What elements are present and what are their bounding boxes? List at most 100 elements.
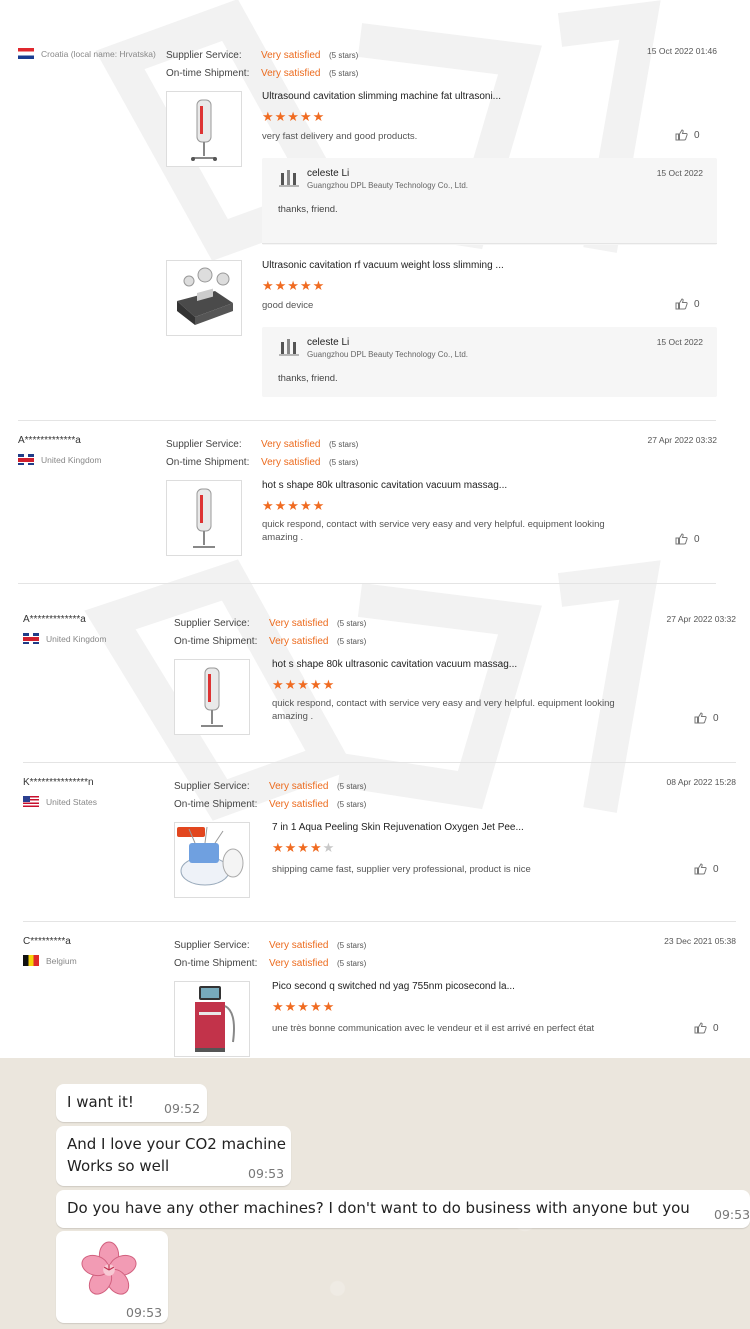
- review-text: very fast delivery and good products.: [262, 131, 418, 142]
- supplier-logo-icon: [279, 339, 299, 356]
- divider: [18, 583, 716, 584]
- reviewer-country: Croatia (local name: Hrvatska): [18, 48, 168, 59]
- chat-sticker-message[interactable]: 09:53: [56, 1231, 168, 1323]
- review-date: 23 Dec 2021 05:38: [664, 936, 736, 946]
- like-button[interactable]: 0: [675, 533, 700, 545]
- reviewer-name: K***************n: [23, 777, 94, 788]
- message-text: Works so well: [67, 1157, 170, 1175]
- review-date: 15 Oct 2022 01:46: [647, 46, 717, 56]
- like-button[interactable]: 0: [675, 298, 700, 310]
- reply-message: thanks, friend.: [278, 373, 338, 384]
- star-empty-icon: ★: [322, 840, 336, 855]
- review-text: quick respond, contact with service very…: [262, 519, 605, 543]
- ratings-summary: Supplier Service: Very satisfied (5 stars)…: [166, 49, 359, 79]
- reviewer-name: A*************a: [23, 614, 86, 625]
- star-rating: ★★★★★: [272, 677, 335, 693]
- product-thumbnail[interactable]: [174, 659, 250, 735]
- star-rating: ★★★★★: [272, 999, 335, 1015]
- product-title[interactable]: Pico second q switched nd yag 755nm pico…: [272, 981, 515, 992]
- us-flag-icon: [23, 796, 39, 807]
- ratings-summary: Supplier Service: Very satisfied (5 stars)…: [166, 438, 359, 468]
- cherry-blossom-sticker-icon: [81, 1241, 137, 1295]
- product-title[interactable]: hot s shape 80k ultrasonic cavitation va…: [262, 480, 507, 491]
- reply-author: celeste Li: [307, 168, 350, 179]
- message-text: I want it!: [67, 1093, 134, 1111]
- product-thumbnail[interactable]: [166, 480, 242, 556]
- star-rating: ★★★★★: [262, 498, 325, 514]
- supplier-reviews: Croatia (local name: Hrvatska) Supplier …: [0, 0, 750, 1058]
- review-card: C*********a Belgium Supplier Service: Ver…: [23, 936, 737, 1058]
- product-title[interactable]: Ultrasound cavitation slimming machine f…: [262, 91, 501, 102]
- product-title[interactable]: hot s shape 80k ultrasonic cavitation va…: [272, 659, 517, 670]
- review-text: une très bonne communication avec le ven…: [272, 1023, 595, 1034]
- chat-message[interactable]: Do you have any other machines? I don't …: [56, 1190, 750, 1228]
- review-text: good device: [262, 300, 314, 311]
- like-button[interactable]: 0: [694, 712, 719, 724]
- s-shape-machine-icon: [201, 667, 223, 727]
- thumbs-up-icon: [675, 129, 688, 141]
- thumbs-up-icon: [694, 1022, 707, 1034]
- supplier-logo-icon: [279, 170, 299, 187]
- reviewer-info: C*********a Belgium: [23, 936, 173, 966]
- ratings-summary: Supplier Service: Very satisfied (5 stars)…: [174, 617, 367, 647]
- product-thumbnail[interactable]: [166, 260, 242, 336]
- product-title[interactable]: Ultrasonic cavitation rf vacuum weight l…: [262, 260, 504, 271]
- belgium-flag-icon: [23, 955, 39, 966]
- review-text: shipping came fast, supplier very profes…: [272, 864, 531, 875]
- star-rating: ★★★★★: [262, 278, 325, 294]
- chat-message[interactable]: I want it! 09:52: [56, 1084, 207, 1122]
- s-shape-machine-icon: [193, 488, 215, 548]
- chat-message[interactable]: And I love your CO2 machine Works so wel…: [56, 1126, 291, 1186]
- cavitation-machine-icon: [191, 99, 217, 161]
- message-time: 09:52: [164, 1101, 201, 1116]
- divider: [23, 762, 736, 763]
- ratings-summary: Supplier Service: Very satisfied (5 stars)…: [174, 939, 367, 969]
- thumbs-up-icon: [694, 712, 707, 724]
- reviewer-info: K***************n United States: [23, 777, 173, 807]
- message-time: 09:53: [126, 1305, 163, 1320]
- reply-company: Guangzhou DPL Beauty Technology Co., Ltd…: [307, 181, 468, 190]
- divider: [18, 420, 716, 421]
- review-text: quick respond, contact with service very…: [272, 698, 615, 722]
- uk-flag-icon: [23, 633, 39, 644]
- reply-company: Guangzhou DPL Beauty Technology Co., Ltd…: [307, 350, 468, 359]
- product-thumbnail[interactable]: [174, 822, 250, 898]
- divider: [262, 243, 717, 244]
- product-thumbnail[interactable]: [174, 981, 250, 1057]
- uk-flag-icon: [18, 454, 34, 465]
- pico-laser-machine-icon: [195, 986, 235, 1052]
- star-icon: ★★★★★: [262, 109, 326, 124]
- star-icon: ★★★★★: [262, 498, 326, 513]
- review-card: Croatia (local name: Hrvatska) Supplier …: [18, 46, 718, 406]
- aqua-peeling-machine-icon: [177, 826, 244, 886]
- star-icon: ★★★★: [272, 840, 323, 855]
- reviewer-country: United Kingdom: [18, 454, 168, 465]
- star-icon: ★★★★★: [272, 999, 336, 1014]
- rf-vacuum-machine-icon: [177, 267, 233, 325]
- product-title[interactable]: 7 in 1 Aqua Peeling Skin Rejuvenation Ox…: [272, 822, 524, 833]
- review-date: 27 Apr 2022 03:32: [647, 435, 717, 445]
- like-button[interactable]: 0: [675, 129, 700, 141]
- chat-screenshot: I want it! 09:52 And I love your CO2 mac…: [0, 1058, 750, 1329]
- star-icon: ★★★★★: [272, 677, 336, 692]
- reviewer-country: Belgium: [23, 955, 173, 966]
- like-button[interactable]: 0: [694, 1022, 719, 1034]
- review-card: A*************a United Kingdom Supplier …: [23, 614, 737, 744]
- reviewer-info: A*************a United Kingdom: [23, 614, 173, 644]
- reviewer-info: Croatia (local name: Hrvatska): [18, 46, 168, 59]
- reply-date: 15 Oct 2022: [656, 168, 703, 178]
- reviewer-name: A*************a: [18, 435, 81, 446]
- message-time: 09:53: [714, 1207, 750, 1222]
- like-button[interactable]: 0: [694, 863, 719, 875]
- divider: [23, 921, 736, 922]
- thumbs-up-icon: [675, 533, 688, 545]
- star-rating: ★★★★★: [262, 109, 325, 125]
- reply-message: thanks, friend.: [278, 204, 338, 215]
- ratings-summary: Supplier Service: Very satisfied (5 stars)…: [174, 780, 367, 810]
- thumbs-up-icon: [675, 298, 688, 310]
- thumbs-up-icon: [694, 863, 707, 875]
- review-date: 08 Apr 2022 15:28: [666, 777, 736, 787]
- reviewer-country: United States: [23, 796, 173, 807]
- product-thumbnail[interactable]: [166, 91, 242, 167]
- reply-author: celeste Li: [307, 337, 350, 348]
